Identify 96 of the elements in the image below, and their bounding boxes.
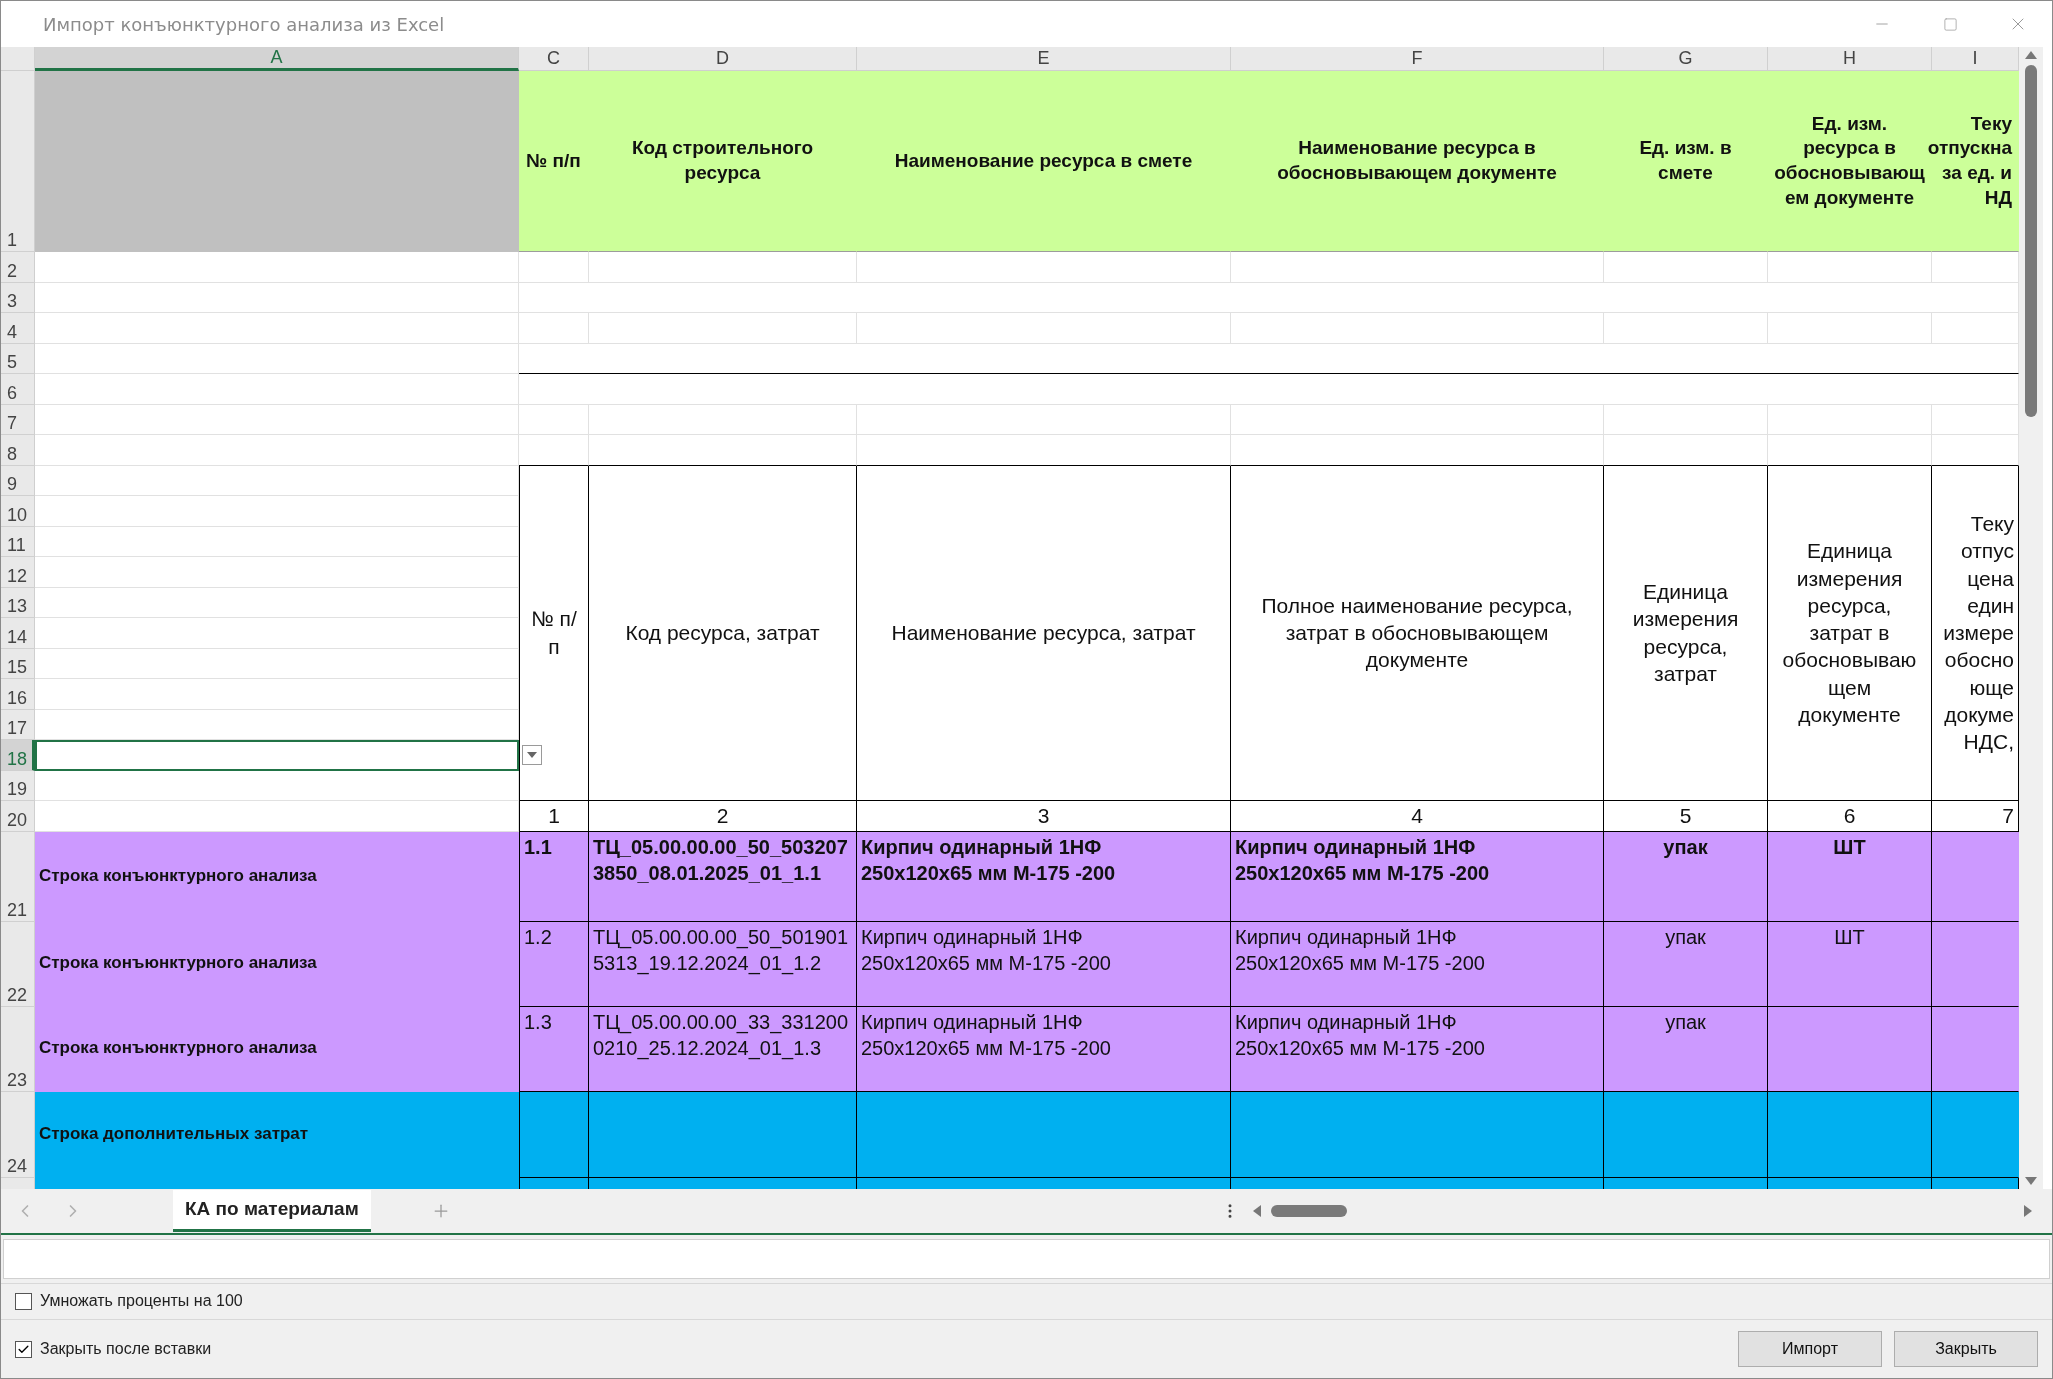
table-cell: Кирпич одинарный 1НФ 250x120x65 мм М-175 -200	[857, 831, 1231, 922]
table-cell: Строка дополнительных затрат	[35, 1091, 519, 1178]
table-cell: Единица измерения ресурса, затрат	[1604, 465, 1768, 801]
column-header[interactable]: D	[589, 47, 857, 71]
table-cell: Наименование ресурса в обосновывающем документе	[1231, 71, 1604, 252]
table-cell: Кирпич одинарный 1НФ 250x120x65 мм М-175 -200	[857, 1006, 1231, 1092]
row-header[interactable]: 19	[1, 770, 35, 801]
table-cell: ШТ	[1768, 921, 1932, 1007]
table-cell: Полное наименование ресурса, затрат в обосновывающем документе	[1231, 465, 1604, 801]
row-header[interactable]: 10	[1, 496, 35, 527]
row-header[interactable]: 15	[1, 648, 35, 679]
row-header[interactable]: 12	[1, 557, 35, 588]
table-cell: Код ресурса, затрат	[589, 465, 857, 801]
table-cell: 1.1	[519, 831, 589, 922]
row-header[interactable]: 1	[1, 71, 35, 252]
table-cell: 1	[519, 801, 589, 832]
row-header[interactable]: 23	[1, 1006, 35, 1092]
checkbox-label: Закрыть после вставки	[40, 1340, 212, 1359]
table-cell: Кирпич одинарный 1НФ 250x120x65 мм М-175 -200	[1231, 831, 1604, 922]
column-header[interactable]: H	[1768, 47, 1932, 71]
scrollbar-thumb[interactable]	[1270, 1204, 1347, 1217]
table-cell: Ед. изм. в смете	[1604, 71, 1768, 252]
scroll-down-icon[interactable]	[2025, 1176, 2037, 1185]
row-header[interactable]: 18	[1, 740, 35, 771]
row-header[interactable]: 14	[1, 618, 35, 649]
row-header[interactable]: 4	[1, 313, 35, 344]
table-cell: 3	[857, 801, 1231, 832]
table-cell: Кирпич одинарный 1НФ 250x120x65 мм М-175 -200	[1231, 921, 1604, 1007]
column-header[interactable]: F	[1231, 47, 1604, 71]
caret-icon	[527, 752, 537, 759]
table-cell: № п/п	[519, 71, 589, 252]
table-cell: упак	[1604, 1006, 1768, 1092]
table-cell: Строка конъюнктурного анализа	[35, 831, 519, 922]
column-header[interactable]: I	[1932, 47, 2019, 71]
table-cell: 1.2	[519, 921, 589, 1007]
row-header[interactable]: 2	[1, 252, 35, 283]
row-header[interactable]: 3	[1, 282, 35, 313]
checkbox[interactable]	[15, 1340, 32, 1358]
checkbox[interactable]	[15, 1292, 32, 1310]
table-cell: упак	[1604, 921, 1768, 1007]
row-header[interactable]: 8	[1, 435, 35, 466]
table-cell: 4	[1231, 801, 1604, 832]
column-header[interactable]: A	[35, 47, 519, 71]
scroll-left-icon[interactable]	[1252, 1204, 1261, 1217]
column-header[interactable]: E	[857, 47, 1231, 71]
row-header[interactable]: 22	[1, 921, 35, 1007]
table-cell: ТЦ_05.00.00.00_50_5019015313_19.12.2024_01_1.2	[589, 921, 857, 1007]
input-field[interactable]	[3, 1238, 2050, 1279]
table-cell: 7	[1932, 801, 2019, 832]
table-cell: ТЦ_05.00.00.00_50_5032073850_08.01.2025_01_1.1	[589, 831, 857, 922]
dropdown-button[interactable]	[522, 745, 542, 766]
row-header[interactable]: 11	[1, 526, 35, 557]
table-cell: Код строительного ресурса	[589, 71, 857, 252]
table-cell: Кирпич одинарный 1НФ 250x120x65 мм М-175 -200	[857, 921, 1231, 1007]
table-cell: Строка конъюнктурного анализа	[35, 1006, 519, 1092]
column-header[interactable]: G	[1604, 47, 1768, 71]
table-cell: Кирпич одинарный 1НФ 250x120x65 мм М-175 -200	[1231, 1006, 1604, 1092]
selected-cell[interactable]	[35, 740, 519, 771]
row-header[interactable]: 6	[1, 374, 35, 405]
close-dialog-button[interactable]: Закрыть	[1894, 1331, 2038, 1368]
row-header[interactable]: 13	[1, 587, 35, 618]
table-cell	[519, 313, 589, 344]
scroll-up-icon[interactable]	[2025, 51, 2037, 59]
table-cell: 5	[1604, 801, 1768, 832]
table-cell: ШТ	[1768, 831, 1932, 922]
column-header[interactable]: C	[519, 47, 589, 71]
table-cell: Наименование ресурса, затрат	[857, 465, 1231, 801]
row-header[interactable]: 9	[1, 465, 35, 496]
vertical-scrollbar[interactable]	[2019, 47, 2043, 1189]
table-cell: Единица измерения ресурса, затрат в обосновывающем документе	[1768, 465, 1932, 801]
table-cell: 2	[589, 801, 857, 832]
table-cell: Наименование ресурса в смете	[857, 71, 1231, 252]
row-header[interactable]: 17	[1, 709, 35, 740]
table-cell	[519, 404, 589, 435]
table-cell: 6	[1768, 801, 1932, 832]
row-header[interactable]: 20	[1, 801, 35, 832]
row-header[interactable]: 21	[1, 831, 35, 922]
scrollbar-thumb[interactable]	[2025, 65, 2037, 417]
table-cell: № п/п	[519, 465, 589, 801]
scroll-right-icon[interactable]	[2024, 1204, 2032, 1217]
import-button[interactable]: Импорт	[1738, 1331, 1882, 1368]
row-header[interactable]: 24	[1, 1091, 35, 1178]
checkbox-label: Умножать проценты на 100	[40, 1292, 243, 1311]
table-cell	[519, 435, 589, 466]
horizontal-scrollbar[interactable]	[1252, 1204, 2032, 1217]
table-cell: ТЦ_05.00.00.00_33_3312000210_25.12.2024_01_1.3	[589, 1006, 857, 1092]
table-cell: Теку отпус цена един измере обосно юще докуме НДС,	[1932, 465, 2019, 801]
row-header[interactable]: 7	[1, 404, 35, 435]
row-header[interactable]: 5	[1, 343, 35, 374]
window-title: Импорт конъюнктурного анализа из Excel	[43, 13, 446, 35]
table-cell: 1.3	[519, 1006, 589, 1092]
table-cell: Строка конъюнктурного анализа	[35, 921, 519, 1007]
row-header[interactable]: 16	[1, 679, 35, 710]
table-cell	[519, 252, 589, 283]
sheet-tab[interactable]: КА по материалам	[173, 1189, 371, 1232]
table-cell: упак	[1604, 831, 1768, 922]
